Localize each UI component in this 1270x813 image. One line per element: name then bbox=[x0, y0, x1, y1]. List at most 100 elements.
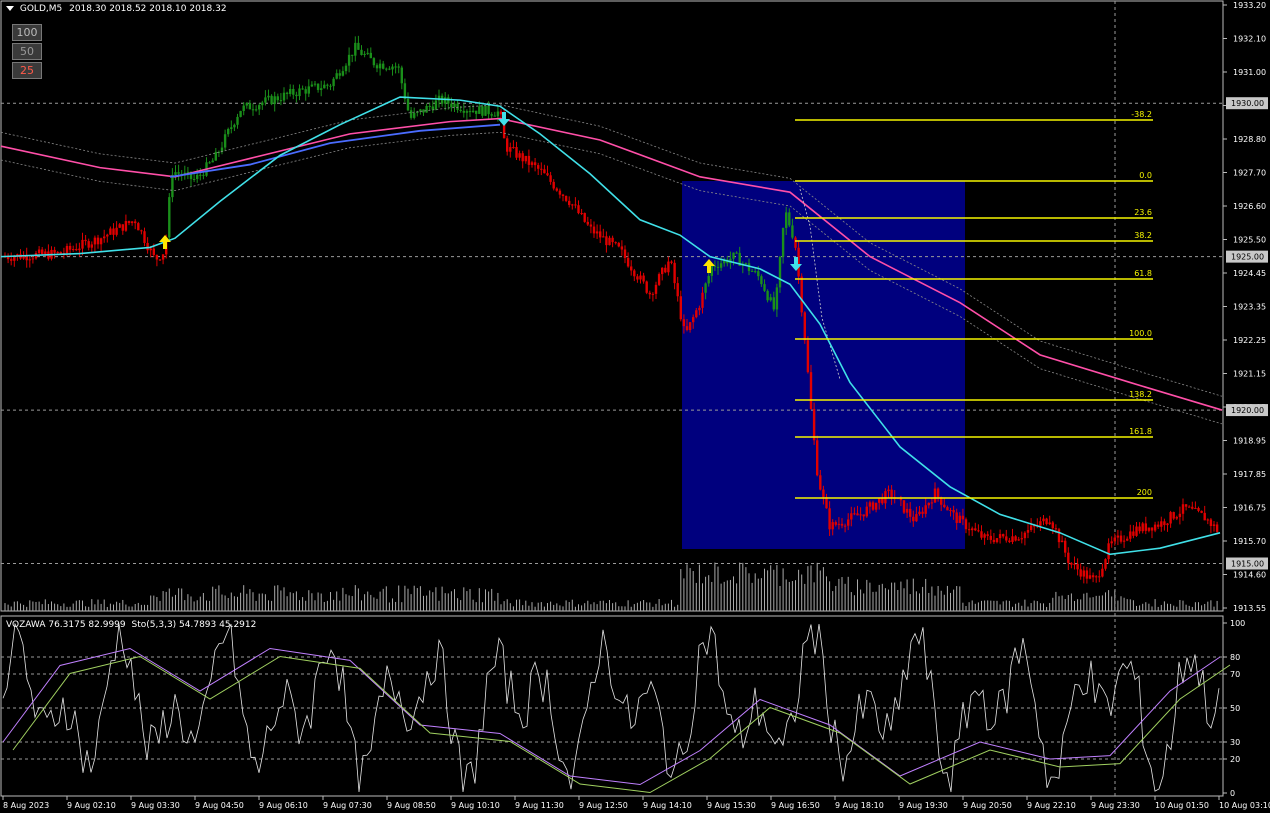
volume-bar bbox=[249, 589, 251, 611]
candle-body bbox=[360, 49, 363, 55]
candle-body bbox=[754, 271, 757, 273]
volume-bar bbox=[627, 600, 629, 611]
candle-body bbox=[267, 95, 270, 98]
volume-bar bbox=[317, 592, 319, 611]
zoom-25-button[interactable]: 25 bbox=[12, 62, 42, 79]
candle-body bbox=[1160, 521, 1163, 527]
volume-bar bbox=[664, 603, 666, 611]
candle-body bbox=[1119, 535, 1123, 542]
chart-window[interactable]: -38.2 0.0 23.6 38.2 61.8 100.0 138.2 161.8 200 19… bbox=[0, 0, 1270, 813]
volume-bar bbox=[299, 600, 300, 611]
time-tick-label: 9 Aug 20:50 bbox=[963, 801, 1012, 810]
candle-body bbox=[1002, 534, 1005, 537]
volume-bar bbox=[884, 588, 886, 611]
volume-bar bbox=[525, 600, 527, 611]
candle-body bbox=[84, 239, 87, 242]
candle-body bbox=[630, 266, 633, 271]
candle-body bbox=[707, 275, 710, 284]
candle-body bbox=[856, 513, 859, 516]
time-tick-label: 9 Aug 11:30 bbox=[515, 801, 564, 810]
volume-bar bbox=[968, 602, 970, 611]
volume-bar bbox=[184, 600, 186, 611]
candle-body bbox=[146, 242, 149, 251]
candle-body bbox=[775, 287, 779, 310]
volume-bar bbox=[308, 590, 310, 611]
candle-body bbox=[828, 508, 831, 530]
candle-body bbox=[924, 505, 927, 514]
candle-body bbox=[577, 205, 580, 214]
volume-bar bbox=[1108, 590, 1110, 611]
candle-body bbox=[639, 275, 642, 280]
volume-bar bbox=[354, 585, 356, 611]
volume-bar bbox=[550, 601, 552, 611]
candle-body bbox=[295, 94, 298, 97]
volume-bar bbox=[1058, 596, 1060, 611]
volume-bar bbox=[928, 592, 930, 611]
volume-bar bbox=[984, 600, 986, 611]
candle-body bbox=[106, 234, 109, 237]
candle-body bbox=[998, 534, 1002, 539]
candle-body bbox=[1026, 530, 1030, 533]
volume-bar bbox=[388, 602, 390, 611]
candle-body bbox=[530, 162, 534, 165]
candle-body bbox=[471, 110, 475, 113]
volume-bar bbox=[568, 602, 570, 611]
volume-bar bbox=[289, 592, 291, 611]
volume-bar bbox=[488, 591, 490, 611]
candle-body bbox=[447, 97, 450, 104]
volume-bar bbox=[900, 581, 902, 611]
zoom-50-button[interactable]: 50 bbox=[12, 43, 42, 60]
volume-bar bbox=[516, 599, 517, 611]
volume-bar bbox=[692, 571, 694, 611]
candle-body bbox=[391, 66, 394, 70]
volume-bar bbox=[237, 596, 238, 611]
candle-body bbox=[670, 261, 673, 263]
volume-bar bbox=[946, 585, 948, 611]
volume-bar bbox=[286, 596, 288, 611]
volume-bar bbox=[857, 579, 858, 611]
candle-body bbox=[134, 221, 137, 224]
candle-body bbox=[41, 249, 44, 255]
candle-body bbox=[155, 254, 159, 260]
volume-bar bbox=[850, 592, 852, 611]
volume-bar bbox=[705, 576, 707, 611]
candle-body bbox=[456, 103, 459, 110]
candle-body bbox=[413, 112, 416, 118]
volume-bar bbox=[47, 604, 49, 611]
volume-bar bbox=[426, 595, 428, 611]
candle-body bbox=[1085, 570, 1089, 579]
volume-bar bbox=[485, 589, 486, 611]
volume-bar bbox=[1039, 603, 1041, 611]
price-chart[interactable]: -38.20.023.638.261.8100.0138.2161.820019… bbox=[0, 0, 1270, 813]
price-tick-label: 1928.80 bbox=[1233, 135, 1266, 144]
price-tick-label: 1922.25 bbox=[1233, 336, 1266, 345]
zoom-100-button[interactable]: 100 bbox=[12, 24, 42, 41]
candle-body bbox=[72, 249, 75, 251]
candle-body bbox=[270, 95, 273, 105]
candle-body bbox=[109, 228, 112, 235]
volume-bar bbox=[26, 606, 28, 611]
volume-bar bbox=[240, 592, 242, 611]
candle-body bbox=[571, 204, 574, 206]
volume-bar bbox=[844, 583, 846, 611]
volume-bar bbox=[953, 589, 955, 611]
volume-bar bbox=[782, 568, 784, 611]
volume-bar bbox=[915, 591, 917, 611]
volume-bar bbox=[742, 562, 744, 611]
volume-bar bbox=[872, 591, 874, 611]
volume-bar bbox=[94, 604, 96, 611]
volume-bar bbox=[714, 562, 716, 611]
volume-bar bbox=[1052, 597, 1054, 611]
volume-bar bbox=[326, 600, 328, 611]
candle-body bbox=[493, 115, 496, 117]
menu-triangle-icon[interactable] bbox=[6, 6, 14, 11]
candle-body bbox=[871, 502, 875, 510]
candle-body bbox=[568, 200, 571, 205]
candle-body bbox=[661, 267, 664, 275]
volume-bar bbox=[667, 603, 669, 611]
candle-body bbox=[282, 92, 286, 101]
volume-bar bbox=[178, 588, 180, 611]
candle-body bbox=[561, 194, 565, 196]
volume-bar bbox=[1120, 596, 1122, 611]
candle-body bbox=[518, 153, 521, 158]
